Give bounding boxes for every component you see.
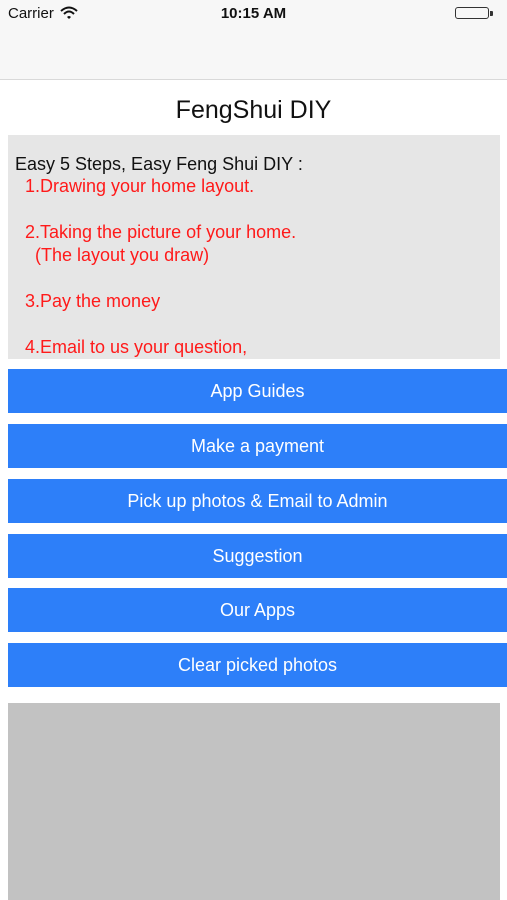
- photo-preview-area: [8, 703, 500, 900]
- instructions-heading: Easy 5 Steps, Easy Feng Shui DIY :: [15, 154, 303, 174]
- page-title: FengShui DIY: [175, 96, 332, 124]
- battery-icon: [455, 6, 499, 22]
- our-apps-button[interactable]: Our Apps: [8, 588, 507, 632]
- status-bar: Carrier 10:15 AM: [0, 0, 507, 80]
- pick-photos-email-button[interactable]: Pick up photos & Email to Admin: [8, 479, 507, 523]
- step-2-note: (The layout you draw): [35, 245, 210, 265]
- clear-photos-button[interactable]: Clear picked photos: [8, 643, 507, 687]
- step-1: 1.Drawing your home layout.: [25, 176, 255, 196]
- step-2: 2.Taking the picture of your home.: [25, 222, 297, 242]
- instructions-box[interactable]: Easy 5 Steps, Easy Feng Shui DIY : 1.Dra…: [8, 135, 500, 359]
- app-guides-button[interactable]: App Guides: [8, 369, 507, 413]
- make-payment-button[interactable]: Make a payment: [8, 424, 507, 468]
- step-3: 3.Pay the money: [25, 291, 161, 311]
- suggestion-button[interactable]: Suggestion: [8, 534, 507, 578]
- step-4: 4.Email to us your question,: [25, 337, 248, 357]
- status-time: 10:15 AM: [220, 5, 287, 22]
